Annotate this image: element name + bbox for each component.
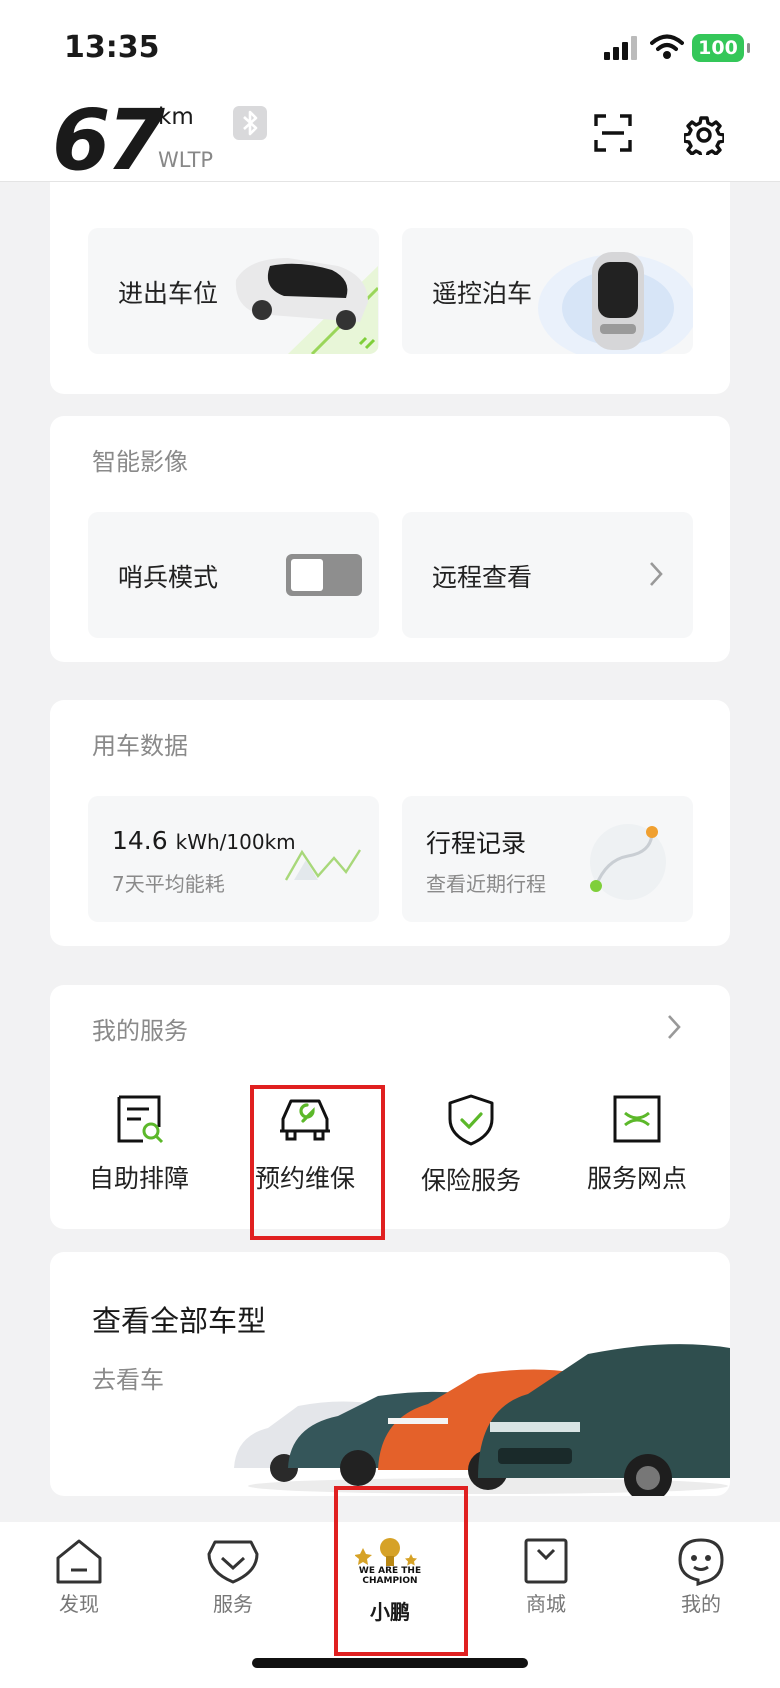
smart-imaging-card: 智能影像 哨兵模式 远程查看 [50,416,730,662]
cellular-signal-icon [604,36,637,60]
trip-record-tile[interactable]: 行程记录 查看近期行程 [402,796,693,922]
vehicle-header: 67 km WLTP [0,91,780,189]
service-outlets[interactable]: 服务网点 [572,1093,702,1195]
main-content[interactable]: 进出车位 遥控泊车 智能影像 哨兵模式 远程查看 用车数据 14.6 kWh/1… [0,182,780,1522]
tab-shop[interactable]: 商城 [491,1536,601,1617]
wifi-icon [650,34,684,59]
service-label: 保险服务 [420,1166,521,1195]
go-see-cars-link[interactable]: 去看车 [92,1360,164,1395]
tab-service[interactable]: 服务 [178,1536,288,1617]
park-in-out-tile[interactable]: 进出车位 [88,228,379,354]
tab-label: 商城 [526,1592,566,1616]
consumption-trend-icon [284,849,362,881]
chevron-right-icon [650,562,663,586]
vehicle-data-card: 用车数据 14.6 kWh/100km 7天平均能耗 行程记录 查看近期行程 [50,700,730,946]
chevron-right-icon[interactable] [666,1013,682,1041]
highlight-box-maintenance [250,1085,385,1240]
range-unit: km [158,104,194,130]
profile-icon [678,1538,724,1586]
smart-parking-card: 进出车位 遥控泊车 [50,182,730,394]
remote-parking-tile[interactable]: 遥控泊车 [402,228,693,354]
trip-record-caption: 查看近期行程 [426,872,546,896]
parking-car-illustration [235,258,378,354]
all-models-card[interactable]: 查看全部车型 去看车 [50,1252,730,1496]
tab-label: 发现 [59,1592,99,1616]
service-insurance[interactable]: 保险服务 [406,1093,536,1197]
park-in-out-label: 进出车位 [118,279,219,308]
my-services-card: 我的服务 自助排障 预约维保 保险服务 服务网点 [50,985,730,1229]
consumption-value: 14.6 [112,826,168,855]
service-label: 服务网点 [586,1164,687,1193]
battery-indicator: 100 [692,34,750,62]
settings-gear-icon[interactable] [684,115,724,155]
service-self-diagnosis[interactable]: 自助排障 [74,1093,204,1195]
tab-label: 我的 [681,1592,721,1616]
range-value: 67 [52,91,165,189]
remote-view-label: 远程查看 [432,563,533,592]
consumption-caption: 7天平均能耗 [112,872,225,896]
service-outlet-icon [613,1095,661,1143]
toggle-knob [291,559,323,591]
scan-icon[interactable] [594,114,632,152]
car-lineup-image [234,1344,730,1496]
tab-label: 服务 [213,1592,253,1616]
remote-parking-label: 遥控泊车 [432,279,533,308]
status-time: 13:35 [64,30,160,65]
remote-view-tile[interactable]: 远程查看 [402,512,693,638]
smart-imaging-title: 智能影像 [92,448,188,476]
insurance-shield-icon [448,1094,494,1146]
service-icon [207,1540,259,1584]
sentry-mode-toggle[interactable] [286,554,362,596]
remote-parking-car-illustration [538,252,693,354]
highlight-box-xpeng-tab [334,1486,468,1656]
self-diagnosis-icon [117,1095,164,1144]
bluetooth-icon[interactable] [233,106,267,140]
range-standard: WLTP [158,148,214,172]
trip-route-icon [590,824,666,900]
energy-consumption-tile[interactable]: 14.6 kWh/100km 7天平均能耗 [88,796,379,922]
tab-profile[interactable]: 我的 [646,1536,756,1617]
status-bar: 13:35 100 [0,0,780,100]
home-icon [56,1539,102,1584]
sentry-mode-tile: 哨兵模式 [88,512,379,638]
vehicle-data-title: 用车数据 [92,732,188,760]
consumption-unit: kWh/100km [175,830,296,854]
sentry-mode-label: 哨兵模式 [118,563,219,592]
home-indicator[interactable] [252,1658,528,1668]
my-services-title: 我的服务 [92,1017,188,1045]
trip-record-title: 行程记录 [426,829,527,858]
shop-icon [524,1538,568,1584]
service-label: 自助排障 [88,1164,189,1193]
tab-discover[interactable]: 发现 [24,1536,134,1617]
